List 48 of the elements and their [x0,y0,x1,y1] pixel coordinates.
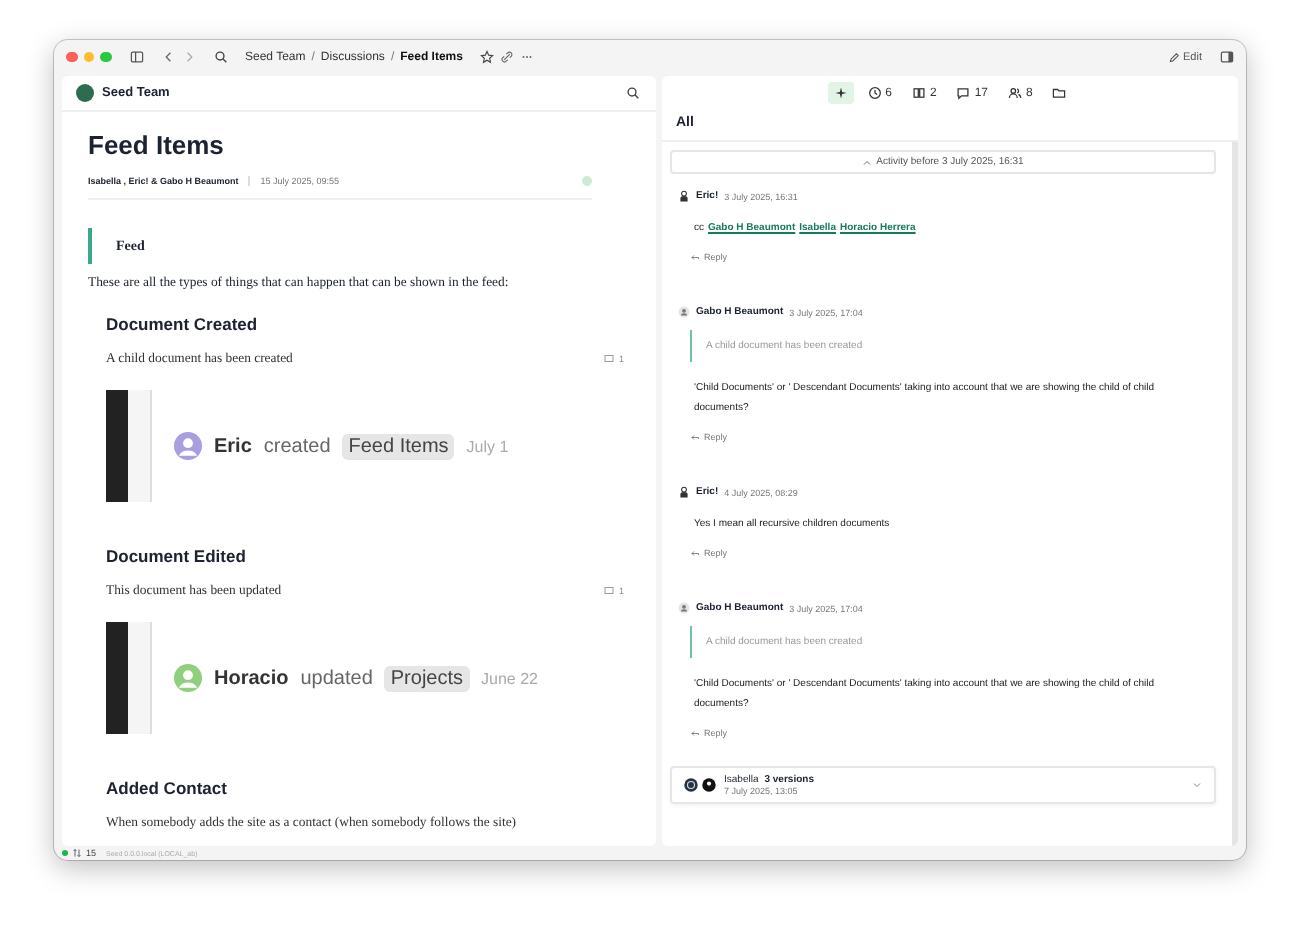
reply-icon [690,252,700,262]
reply-icon [690,548,700,558]
sparkle-tab[interactable] [827,82,854,104]
caret-icon [862,157,873,167]
search-icon[interactable] [213,50,227,64]
reply-icon [690,432,700,442]
user-avatar-icon [678,486,690,498]
section-heading: Document Edited [106,546,248,566]
reply-icon [690,728,700,738]
status-icon [582,176,592,186]
sync-icon [72,848,82,858]
embed-date: June 22 [481,669,538,687]
document-tag[interactable]: Feed Items [342,433,455,459]
clock-icon [867,86,882,100]
document-title: Feed Items [88,130,226,160]
embed-date: July 1 [466,437,509,455]
embed-thumbnail [106,390,152,502]
embed-action: updated [300,667,373,689]
star-icon[interactable] [480,50,495,64]
site-avatar-icon [684,778,698,792]
search-icon[interactable] [626,86,640,100]
back-icon[interactable] [161,50,175,64]
embed-user-name: Horacio [214,667,289,689]
comment-icon [604,354,615,364]
document-tag[interactable]: Projects [384,665,470,691]
sparkle-icon [833,86,848,100]
user-avatar-icon [678,190,690,202]
citation-icon [911,86,926,100]
connection-status-icon [62,850,68,856]
comment-icon [956,86,971,100]
section-heading: Document Created [106,314,260,334]
folder-icon [1052,86,1067,100]
site-logo-icon [76,84,94,102]
close-button[interactable] [66,51,77,63]
user-avatar-icon [678,602,690,614]
user-avatar-icon [702,778,716,792]
embed-action: created [263,435,331,457]
people-icon [1008,86,1023,100]
comment-icon [604,586,615,596]
embed-user-name: Eric [214,435,252,457]
embed-thumbnail [106,622,152,734]
link-icon[interactable] [500,50,515,64]
section-heading: Added Contact [106,778,229,798]
user-avatar-icon [678,306,690,318]
sidebar-toggle-icon[interactable] [129,50,143,64]
panel-toggle-icon[interactable] [1220,50,1234,64]
pencil-icon [1167,51,1180,63]
chevron-down-icon [1192,780,1202,790]
